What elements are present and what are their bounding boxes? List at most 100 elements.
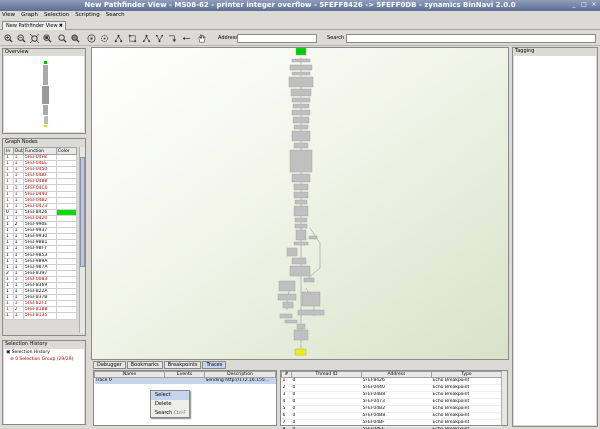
node-out: 1 [12,312,24,320]
event-thread-id: 0 [291,377,362,385]
menu-item-select[interactable]: Select [151,391,189,400]
select-successors-icon[interactable] [168,34,177,43]
minimize-icon[interactable]: _ [570,1,578,9]
event-address: 5FEF8426 [361,377,432,385]
trace-event-row[interactable]: 1 0 5FEF8426 Echo Breakpoint [281,377,502,385]
trace-event-row[interactable]: 3 0 5FEF04B8 Echo Breakpoint [281,391,502,399]
event-index: 7 [281,419,292,427]
tagging-panel: Tagging [512,47,598,427]
tagging-tree[interactable] [514,56,596,425]
menu-view[interactable]: View [2,11,15,20]
events-scrollbar[interactable] [501,371,507,425]
scrollbar-thumb[interactable] [80,157,85,267]
trace-events-table: # Thread ID Address Type 1 0 5FEF8426 Echo … [281,371,502,429]
graph-nodes-scrollbar[interactable] [79,147,85,333]
graph-canvas[interactable] [91,47,509,360]
trace-event-row[interactable]: 5 0 5FEF04B2 Echo Breakpoint [281,405,502,413]
column-color[interactable]: Color [55,147,78,155]
event-thread-id: 0 [291,405,362,413]
overview-panel: Overview [2,48,86,134]
tab-label: New Pathfinder View [6,23,58,29]
column-in[interactable]: In [4,147,14,155]
event-address: 5FEF04BF [361,419,432,427]
menu-item-shortcut: Ctrl-F [173,411,186,416]
tab-traces[interactable]: Traces [202,361,227,369]
event-type: Echo Breakpoint [431,384,502,392]
tree-root[interactable]: ▣ Selection History [4,349,84,356]
menu-item-label: Delete [155,401,172,407]
close-icon[interactable]: × [590,1,598,9]
search-input[interactable] [346,34,596,43]
address-input[interactable] [237,34,317,43]
zoom-selection-icon[interactable] [43,34,52,43]
trace-name: Trace 0 [94,377,165,384]
selection-history-tree: ▣ Selection History ⊖ 0 Selection Group … [4,349,84,424]
zoom-out-icon[interactable] [17,34,26,43]
trace-row[interactable]: Trace 0 Sending http://172.16.155... [94,377,276,384]
bottom-tab-bar: Debugger Bookmarks Breakpoints Traces [93,361,227,369]
column-function[interactable]: Function [22,147,57,155]
hierarchic-layout-icon[interactable] [114,34,123,43]
selection-history-panel: Selection History ▣ Selection History ⊖ … [2,340,86,425]
menu-item-search[interactable]: Search Ctrl-F [151,409,189,418]
select-predecessors-icon[interactable] [182,34,191,43]
select-parents-icon[interactable] [155,34,164,43]
debugger-area: Debugger Bookmarks Breakpoints Traces Na… [91,361,509,429]
event-thread-id: 0 [291,412,362,420]
node-in: 1 [4,312,14,320]
menu-selection[interactable]: Selection [44,11,69,20]
menu-search[interactable]: Search [106,11,125,20]
trace-event-row[interactable]: 6 0 5FEF04B8 Echo Breakpoint [281,412,502,420]
magnifier-mode-icon[interactable] [71,34,80,43]
graph-nodes-title: Graph Nodes [3,139,85,146]
event-type: Echo Breakpoint [431,391,502,399]
start-node[interactable] [295,48,307,56]
node-color-swatch [55,312,78,320]
center-graph-icon[interactable] [87,34,96,43]
trace-event-row[interactable]: 7 0 5FEF04BF Echo Breakpoint [281,419,502,427]
event-index: 5 [281,405,292,413]
maximize-icon[interactable]: □ [580,1,588,9]
circular-layout-icon[interactable] [100,34,109,43]
graph-nodes-panel: Graph Nodes In Out Function Color 1 1 5FEF… [2,138,86,336]
zoom-region-icon[interactable] [58,34,67,43]
trace-description: Sending http://172.16.155... [204,377,276,384]
trace-event-row[interactable]: 2 0 5FEF0440 Echo Breakpoint [281,384,502,392]
window-title: New Pathfinder View - MS08-62 - printer … [84,1,516,9]
column-out[interactable]: Out [12,147,24,155]
menu-graph[interactable]: Graph [21,11,38,20]
menu-scripting[interactable]: Scripting [75,11,99,20]
overview-title: Overview [3,49,85,56]
event-address: 5FEF0473 [361,398,432,406]
close-tab-icon[interactable]: ✖ [59,22,63,30]
hand-pan-icon[interactable] [197,34,206,43]
tagging-title: Tagging [513,48,597,55]
trace-event-row[interactable]: 4 0 5FEF0473 Echo Breakpoint [281,398,502,406]
menu-item-label: Select [155,392,171,398]
tree-child[interactable]: ⊖ 0 Selection Group (29/29) [4,356,84,363]
event-address: 5FEF04B2 [361,405,432,413]
orthogonal-layout-icon[interactable] [128,34,137,43]
event-thread-id: 0 [291,398,362,406]
tab-debugger[interactable]: Debugger [93,361,126,369]
tab-bookmarks[interactable]: Bookmarks [126,361,163,369]
event-type: Echo Breakpoint [431,419,502,427]
zoom-fit-icon[interactable] [30,34,39,43]
traces-panel: Name Events Description Trace 0 Sending … [93,370,277,426]
tab-breakpoints[interactable]: Breakpoints [163,361,202,369]
menu-item-delete[interactable]: Delete [151,400,189,409]
tab-pathfinder-view[interactable]: New Pathfinder View ✖ [2,21,66,30]
trace-events-panel: # Thread ID Address Type 1 0 5FEF8426 Echo … [280,370,508,429]
traces-table: Name Events Description Trace 0 Sending … [94,371,276,384]
event-type: Echo Breakpoint [431,412,502,420]
end-node[interactable] [294,348,307,356]
event-type: Echo Breakpoint [431,405,502,413]
event-index: 3 [281,391,292,399]
zoom-in-icon[interactable] [4,34,13,43]
event-address: 5FEF04B8 [361,412,432,420]
select-children-icon[interactable] [142,34,151,43]
overview-canvas[interactable] [4,56,84,132]
graph-nodes-table: In Out Function Color 1 1 5FEF04F8 1 1 5FEF04… [4,147,78,320]
search-label: Search [327,35,345,41]
graph-node-row[interactable]: 1 1 5FEF8135 [4,312,78,320]
